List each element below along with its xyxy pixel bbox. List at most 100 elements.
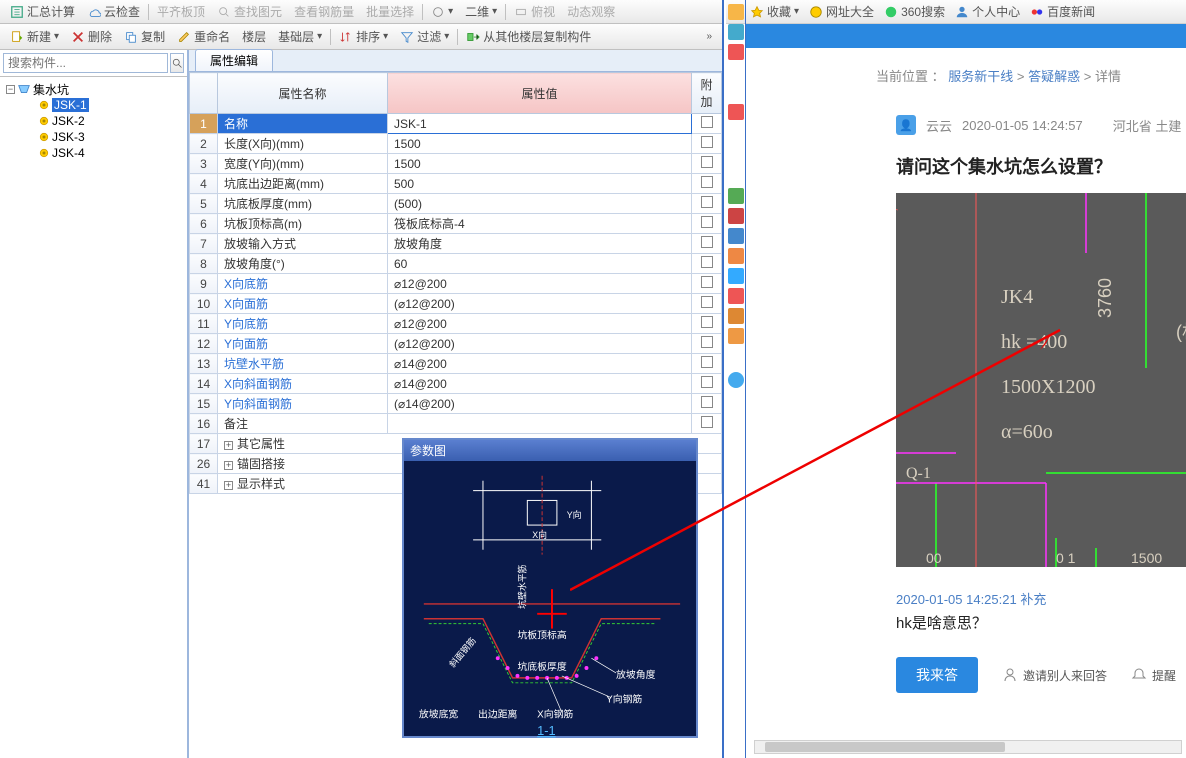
- prop-value[interactable]: (500): [388, 194, 692, 214]
- prop-value[interactable]: 放坡角度: [388, 234, 692, 254]
- prop-value[interactable]: 60: [388, 254, 692, 274]
- prop-checkbox[interactable]: [701, 236, 713, 248]
- tb-dyn[interactable]: 动态观察: [561, 3, 621, 20]
- prop-checkbox[interactable]: [701, 156, 713, 168]
- bt-urls[interactable]: 网址大全: [809, 3, 874, 20]
- prop-value[interactable]: ⌀14@200: [388, 374, 692, 394]
- prop-checkbox[interactable]: [701, 336, 713, 348]
- crumb-a[interactable]: 服务新干线: [948, 69, 1013, 84]
- prop-row[interactable]: 9X向底筋⌀12@200: [190, 274, 722, 294]
- prop-checkbox[interactable]: [701, 136, 713, 148]
- tb-floor[interactable]: 楼层: [236, 28, 272, 45]
- tb-topview[interactable]: 俯视: [508, 3, 561, 20]
- prop-checkbox[interactable]: [701, 356, 713, 368]
- tb-base[interactable]: 基础层▾: [272, 28, 328, 45]
- prop-value[interactable]: ⌀14@200: [388, 354, 692, 374]
- search-input[interactable]: [3, 53, 168, 73]
- tb-rename[interactable]: 重命名: [171, 28, 236, 45]
- prop-row[interactable]: 3宽度(Y向)(mm)1500: [190, 154, 722, 174]
- side-icon[interactable]: [728, 248, 744, 264]
- h-scrollbar[interactable]: [754, 740, 1182, 754]
- tb-filter[interactable]: 过滤▾: [394, 28, 455, 45]
- prop-row[interactable]: 13坑壁水平筋⌀14@200: [190, 354, 722, 374]
- tb-batch[interactable]: 批量选择: [360, 3, 420, 20]
- invite-link[interactable]: 邀请别人来回答: [1002, 667, 1107, 684]
- prop-value[interactable]: [388, 414, 692, 434]
- tb-find[interactable]: 查找图元: [211, 3, 288, 20]
- question-image[interactable]: JK4 hk =400 1500X1200 α=60o Q-1 24C28,17…: [896, 193, 1186, 567]
- prop-value[interactable]: JSK-1: [388, 114, 692, 134]
- prop-value[interactable]: 500: [388, 174, 692, 194]
- tree-item[interactable]: JSK-3: [4, 129, 183, 145]
- side-icon[interactable]: [728, 44, 744, 60]
- prop-row[interactable]: 14X向斜面钢筋⌀14@200: [190, 374, 722, 394]
- prop-value[interactable]: (⌀14@200): [388, 394, 692, 414]
- tb-copyfrom[interactable]: 从其他楼层复制构件: [460, 28, 597, 45]
- tb-new[interactable]: 新建▾: [4, 28, 65, 45]
- side-icon[interactable]: [728, 372, 744, 388]
- prop-value[interactable]: (⌀12@200): [388, 334, 692, 354]
- prop-value[interactable]: 1500: [388, 154, 692, 174]
- tb-chevrons[interactable]: »: [700, 31, 718, 42]
- tb-cloud[interactable]: 云检查: [81, 3, 146, 20]
- prop-value[interactable]: (⌀12@200): [388, 294, 692, 314]
- tb-del[interactable]: 删除: [65, 28, 118, 45]
- param-diagram-window[interactable]: 参数图 Y向 X向: [402, 438, 698, 738]
- prop-row[interactable]: 10X向面筋(⌀12@200): [190, 294, 722, 314]
- prop-value[interactable]: 1500: [388, 134, 692, 154]
- prop-value[interactable]: 筏板底标高-4: [388, 214, 692, 234]
- bt-news[interactable]: 百度新闻: [1030, 3, 1095, 20]
- bt-360[interactable]: 360搜索: [884, 3, 945, 20]
- side-icon[interactable]: [728, 4, 744, 20]
- side-icon[interactable]: [728, 268, 744, 284]
- author[interactable]: 云云: [926, 116, 952, 135]
- prop-checkbox[interactable]: [701, 196, 713, 208]
- tb-copy[interactable]: 复制: [118, 28, 171, 45]
- answer-button[interactable]: 我来答: [896, 657, 978, 693]
- component-tree[interactable]: − 集水坑 JSK-1JSK-2JSK-3JSK-4: [0, 77, 187, 758]
- bt-fav[interactable]: 收藏▾: [750, 3, 799, 20]
- prop-row[interactable]: 7放坡输入方式放坡角度: [190, 234, 722, 254]
- prop-row[interactable]: 5坑底板厚度(mm)(500): [190, 194, 722, 214]
- side-icon[interactable]: [728, 104, 744, 120]
- tb-sort[interactable]: 排序▾: [333, 28, 394, 45]
- prop-checkbox[interactable]: [701, 376, 713, 388]
- side-icon[interactable]: [728, 208, 744, 224]
- prop-value[interactable]: ⌀12@200: [388, 274, 692, 294]
- prop-checkbox[interactable]: [701, 296, 713, 308]
- prop-checkbox[interactable]: [701, 116, 713, 128]
- tb-flat[interactable]: 平齐板顶: [151, 3, 211, 20]
- crumb-b[interactable]: 答疑解惑: [1028, 69, 1080, 84]
- tree-item[interactable]: JSK-1: [4, 97, 183, 113]
- prop-row[interactable]: 11Y向底筋⌀12@200: [190, 314, 722, 334]
- collapse-icon[interactable]: −: [6, 85, 15, 94]
- prop-checkbox[interactable]: [701, 276, 713, 288]
- tb-sum[interactable]: 汇总计算: [4, 3, 81, 20]
- side-icon[interactable]: [728, 188, 744, 204]
- expand-icon[interactable]: +: [224, 461, 233, 470]
- side-icon[interactable]: [728, 328, 744, 344]
- tb-rebar[interactable]: 查看钢筋量: [288, 3, 360, 20]
- prop-row[interactable]: 2长度(X向)(mm)1500: [190, 134, 722, 154]
- prop-row[interactable]: 6坑板顶标高(m)筏板底标高-4: [190, 214, 722, 234]
- side-icon[interactable]: [728, 288, 744, 304]
- tb-blank[interactable]: ▾: [425, 5, 459, 19]
- prop-checkbox[interactable]: [701, 316, 713, 328]
- tree-item[interactable]: JSK-4: [4, 145, 183, 161]
- tb-2d[interactable]: 二维▾: [459, 3, 503, 20]
- side-icon[interactable]: [728, 24, 744, 40]
- prop-checkbox[interactable]: [701, 416, 713, 428]
- remind-link[interactable]: 提醒: [1131, 667, 1176, 684]
- tree-root[interactable]: − 集水坑: [4, 81, 183, 97]
- expand-icon[interactable]: +: [224, 481, 233, 490]
- prop-row[interactable]: 8放坡角度(°)60: [190, 254, 722, 274]
- prop-checkbox[interactable]: [701, 256, 713, 268]
- prop-checkbox[interactable]: [701, 176, 713, 188]
- prop-row[interactable]: 4坑底出边距离(mm)500: [190, 174, 722, 194]
- prop-row[interactable]: 16备注: [190, 414, 722, 434]
- scroll-thumb[interactable]: [765, 742, 1005, 752]
- prop-value[interactable]: ⌀12@200: [388, 314, 692, 334]
- expand-icon[interactable]: +: [224, 441, 233, 450]
- search-button[interactable]: [170, 53, 184, 73]
- side-icon[interactable]: [728, 228, 744, 244]
